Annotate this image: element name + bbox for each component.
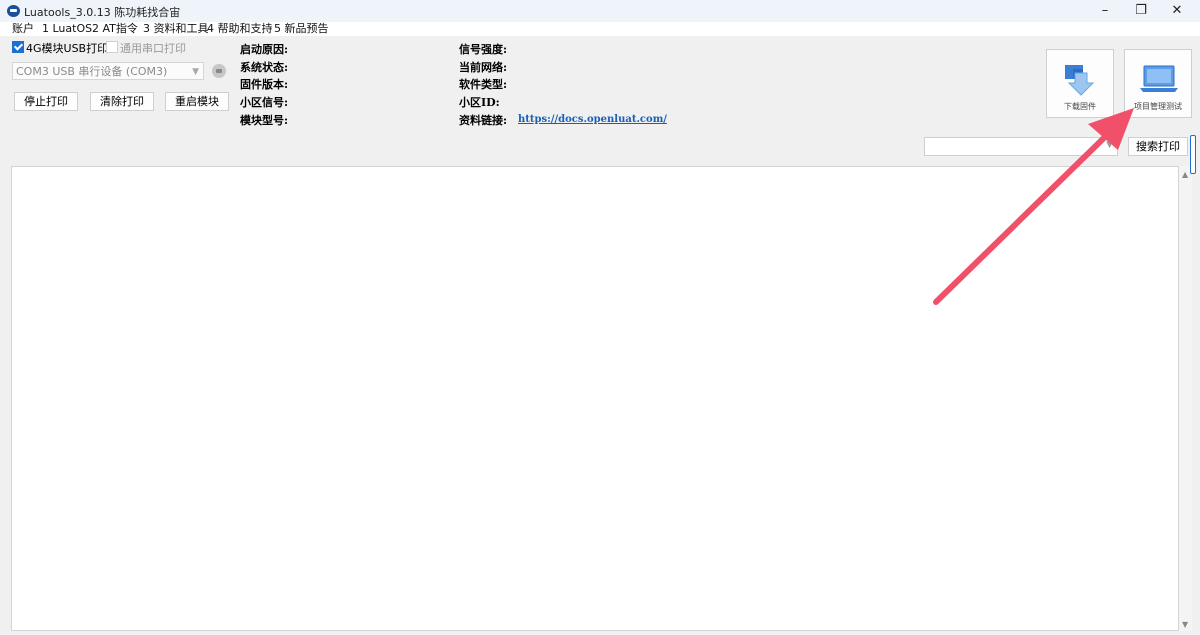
- chevron-down-icon: ▼: [192, 67, 199, 77]
- project-manage-button[interactable]: 项目管理测试: [1124, 49, 1192, 118]
- port-select-value: COM3 USB 串行设备 (COM3): [16, 65, 168, 78]
- doc-link-label: 资料链接:: [459, 114, 508, 127]
- search-print-button[interactable]: 搜索打印: [1128, 137, 1188, 156]
- window-title: Luatools_3.0.13 陈功耗找合宙: [24, 6, 181, 19]
- minimize-button[interactable]: –: [1087, 0, 1123, 22]
- project-manage-caption: 项目管理测试: [1134, 102, 1182, 111]
- menu-at-commands[interactable]: 2 AT指令: [92, 22, 138, 36]
- search-combo[interactable]: ▼: [924, 137, 1118, 156]
- menu-account[interactable]: 账户: [12, 22, 34, 36]
- cell-signal-label: 小区信号:: [240, 96, 289, 109]
- module-model-label: 模块型号:: [240, 114, 289, 127]
- uart-print-checkbox[interactable]: 通用串口打印: [106, 41, 186, 55]
- stop-print-button[interactable]: 停止打印: [14, 92, 78, 111]
- chevron-down-icon: ▼: [1106, 140, 1113, 150]
- close-button[interactable]: ✕: [1159, 0, 1195, 22]
- title-bar: Luatools_3.0.13 陈功耗找合宙 – ❐ ✕: [0, 0, 1200, 22]
- usb-print-label: 4G模块USB打印: [26, 42, 109, 55]
- download-firmware-button[interactable]: 下载固件: [1046, 49, 1114, 118]
- scroll-up-icon[interactable]: ▲: [1182, 170, 1188, 179]
- checkbox-checked-icon: [12, 41, 24, 53]
- port-select[interactable]: COM3 USB 串行设备 (COM3) ▼: [12, 62, 204, 80]
- current-network-label: 当前网络:: [459, 61, 508, 74]
- cell-id-label: 小区ID:: [459, 96, 500, 109]
- laptop-icon: [1140, 65, 1178, 92]
- menu-help-support[interactable]: 4 帮助和支持: [207, 22, 273, 36]
- maximize-button[interactable]: ❐: [1123, 0, 1159, 22]
- port-lock-icon[interactable]: [212, 64, 226, 78]
- system-status-label: 系统状态:: [240, 61, 289, 74]
- software-type-label: 软件类型:: [459, 78, 508, 91]
- doc-link[interactable]: https://docs.openluat.com/: [518, 114, 667, 125]
- log-output-area[interactable]: [11, 166, 1179, 631]
- menu-luatos[interactable]: 1 LuatOS: [42, 22, 92, 36]
- checkbox-unchecked-icon: [106, 41, 118, 53]
- luatools-logo-icon: [7, 5, 20, 17]
- firmware-version-label: 固件版本:: [240, 78, 289, 91]
- uart-print-label: 通用串口打印: [120, 42, 186, 55]
- download-firmware-icon: [1065, 65, 1095, 96]
- menu-bar: 账户 1 LuatOS 2 AT指令 3 资料和工具 4 帮助和支持 5 新品预…: [0, 22, 1200, 36]
- boot-reason-label: 启动原因:: [240, 43, 289, 56]
- log-scrollbar[interactable]: ▲ ▼: [1179, 166, 1192, 631]
- scroll-thumb[interactable]: [1190, 135, 1196, 174]
- clear-print-button[interactable]: 清除打印: [90, 92, 154, 111]
- menu-docs-tools[interactable]: 3 资料和工具: [143, 22, 209, 36]
- menu-new-products[interactable]: 5 新品预告: [274, 22, 329, 36]
- scroll-down-icon[interactable]: ▼: [1182, 620, 1188, 629]
- restart-module-button[interactable]: 重启模块: [165, 92, 229, 111]
- signal-strength-label: 信号强度:: [459, 43, 508, 56]
- download-firmware-caption: 下载固件: [1064, 102, 1096, 111]
- usb-print-checkbox[interactable]: 4G模块USB打印: [12, 41, 108, 55]
